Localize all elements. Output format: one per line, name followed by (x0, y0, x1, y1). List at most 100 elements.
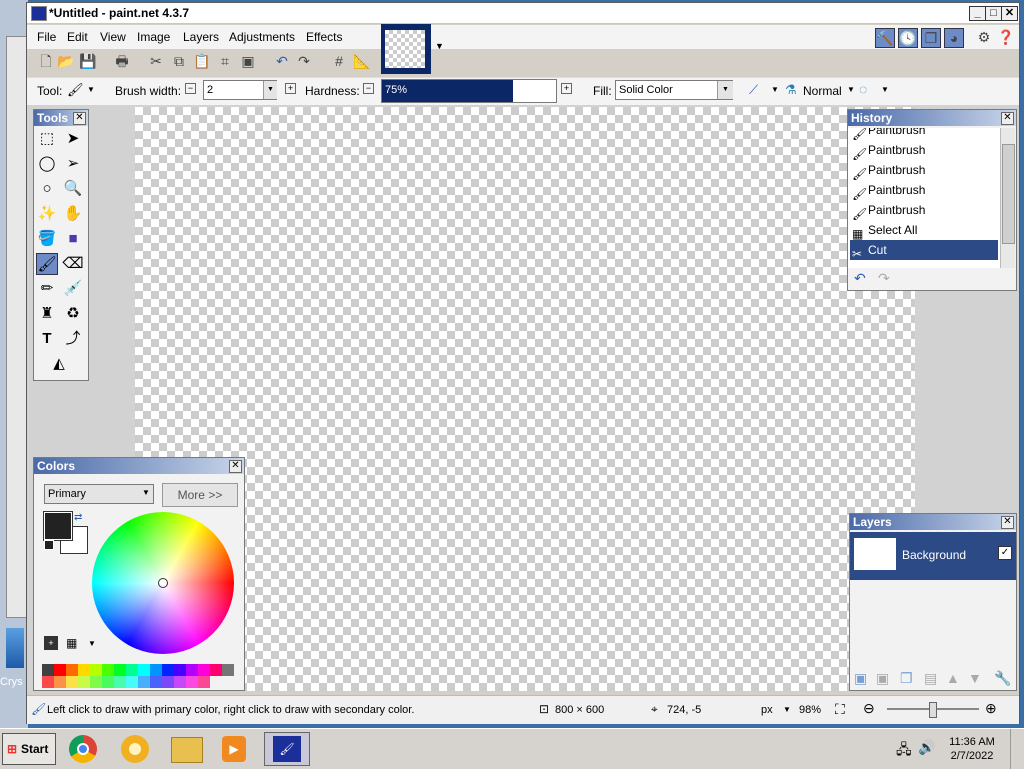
tools-panel-close-icon[interactable]: ✕ (73, 112, 86, 125)
pencil-icon[interactable]: ✏ (36, 278, 58, 300)
palette-swatch[interactable] (174, 664, 186, 676)
tools-window-icon[interactable]: 🔨 (875, 28, 895, 48)
palette-swatch[interactable] (162, 676, 174, 688)
history-item[interactable]: 🖌 Paintbrush (850, 128, 998, 141)
menu-edit[interactable]: Edit (67, 30, 88, 44)
menu-file[interactable]: File (37, 30, 56, 44)
volume-tray-icon[interactable]: 🔊 (918, 739, 935, 756)
history-item[interactable]: ▦ Select All (850, 220, 998, 241)
magic-wand-icon[interactable]: ✨ (36, 203, 58, 225)
menu-layers[interactable]: Layers (183, 30, 219, 44)
hardness-increase-icon[interactable]: + (561, 83, 572, 94)
palette-swatch[interactable] (42, 676, 54, 688)
text-tool-icon[interactable]: T (36, 328, 58, 350)
move-layer-down-icon[interactable]: ▼ (968, 670, 982, 686)
rectangle-select-icon[interactable]: ⬚ (36, 128, 58, 150)
move-selected-icon[interactable]: ➤ (62, 128, 84, 150)
start-button[interactable]: ⊞ Start (2, 733, 56, 765)
blend-mode-value[interactable]: Normal (803, 84, 842, 98)
palette-swatch[interactable] (126, 676, 138, 688)
copy-icon[interactable]: ⧉ (170, 52, 188, 70)
palette-swatch[interactable] (198, 664, 210, 676)
palette-swatch[interactable] (198, 676, 210, 688)
palette-swatch[interactable] (42, 664, 54, 676)
selection-mode-icon[interactable]: ◌ (859, 81, 867, 97)
paintnet-taskbar-icon[interactable]: 🖌 (264, 732, 310, 766)
zoom-to-window-icon[interactable]: ⛶ (835, 701, 845, 718)
save-icon[interactable]: 💾 (79, 52, 97, 70)
zoom-slider[interactable] (887, 702, 979, 718)
hardness-decrease-icon[interactable]: − (363, 83, 374, 94)
history-item-selected[interactable]: ✂ Cut (850, 240, 998, 261)
eraser-icon[interactable]: ⌫ (62, 253, 84, 275)
menu-effects[interactable]: Effects (306, 30, 342, 44)
palette-swatch[interactable] (66, 676, 78, 688)
colors-panel-close-icon[interactable]: ✕ (229, 460, 242, 473)
close-button[interactable]: ✕ (1001, 6, 1018, 21)
palette-swatch[interactable] (90, 676, 102, 688)
history-redo-icon[interactable]: ↷ (878, 270, 890, 287)
palette-swatch[interactable] (102, 664, 114, 676)
palette-swatch[interactable] (114, 664, 126, 676)
palette-swatch[interactable] (54, 664, 66, 676)
more-colors-button[interactable]: More >> (162, 483, 238, 507)
hardness-slider[interactable]: 75% (381, 79, 557, 103)
swap-colors-icon[interactable]: ⇄ (74, 512, 82, 523)
palette-menu-chevron-icon[interactable]: ▼ (88, 639, 96, 648)
palette-swatch[interactable] (150, 676, 162, 688)
paste-icon[interactable]: 📋 (193, 52, 211, 70)
undo-icon[interactable]: ↶ (273, 52, 291, 70)
duplicate-layer-icon[interactable]: ❐ (900, 670, 913, 687)
blend-mode-chevron-icon[interactable]: ▼ (847, 85, 855, 94)
fill-select[interactable]: Solid Color (615, 80, 733, 100)
layers-panel-close-icon[interactable]: ✕ (1001, 516, 1014, 529)
history-panel-close-icon[interactable]: ✕ (1001, 112, 1014, 125)
cut-icon[interactable]: ✂ (147, 52, 165, 70)
palette-swatch[interactable] (186, 664, 198, 676)
layer-row-background[interactable]: Background ✓ (850, 532, 1016, 580)
zoom-slider-thumb[interactable] (929, 702, 937, 718)
history-item[interactable]: 🖌 Paintbrush (850, 140, 998, 161)
maximize-button[interactable]: □ (985, 6, 1002, 21)
add-to-palette-icon[interactable]: + (44, 636, 58, 650)
color-wheel[interactable] (92, 512, 234, 654)
palette-swatch[interactable] (138, 676, 150, 688)
grid-icon[interactable]: # (330, 52, 348, 70)
color-picker-icon[interactable]: 💉 (62, 278, 84, 300)
history-item[interactable]: 🖌 Paintbrush (850, 200, 998, 221)
recolor-icon[interactable]: ♻ (62, 303, 84, 325)
shapes-icon[interactable]: ◭ (48, 353, 70, 375)
color-palette[interactable] (42, 664, 236, 688)
paint-bucket-icon[interactable]: 🪣 (36, 228, 58, 250)
add-layer-icon[interactable]: ▣ (854, 670, 867, 687)
history-scrollbar[interactable] (1000, 128, 1015, 268)
units-chevron-icon[interactable]: ▼ (783, 705, 791, 714)
palette-swatch[interactable] (78, 664, 90, 676)
zoom-level[interactable]: 98% (799, 704, 821, 716)
history-item[interactable]: 🖌 Paintbrush (850, 160, 998, 181)
palette-swatch[interactable] (162, 664, 174, 676)
history-window-icon[interactable]: 🕓 (898, 28, 918, 48)
palette-swatch[interactable] (90, 664, 102, 676)
palette-menu-icon[interactable]: ▦ (66, 636, 77, 650)
show-desktop-button[interactable] (1010, 729, 1024, 769)
antialiasing-chevron-icon[interactable]: ▼ (771, 85, 779, 94)
palette-swatch[interactable] (186, 676, 198, 688)
palette-swatch[interactable] (138, 664, 150, 676)
chrome-taskbar-icon[interactable] (66, 732, 102, 766)
colors-window-icon[interactable]: ◕ (944, 28, 964, 48)
history-item[interactable]: 🖌 Paintbrush (850, 180, 998, 201)
line-curve-icon[interactable]: ⤴ (62, 328, 84, 350)
crop-icon[interactable]: ⌗ (216, 52, 234, 70)
zoom-out-icon[interactable]: ⊖ (863, 700, 875, 717)
ruler-icon[interactable]: 📐 (353, 52, 371, 70)
new-icon[interactable]: 🗋 (37, 52, 55, 70)
merge-layer-icon[interactable]: ▤ (924, 670, 937, 687)
palette-swatch[interactable] (210, 664, 222, 676)
history-undo-icon[interactable]: ↶ (854, 270, 866, 287)
settings-gear-icon[interactable]: ⚙ (975, 28, 993, 46)
minimize-button[interactable]: _ (969, 6, 986, 21)
zoom-icon[interactable]: 🔍 (62, 178, 84, 200)
image-tab-thumbnail[interactable] (381, 24, 431, 74)
media-player-taskbar-icon[interactable]: ▶ (216, 732, 252, 766)
